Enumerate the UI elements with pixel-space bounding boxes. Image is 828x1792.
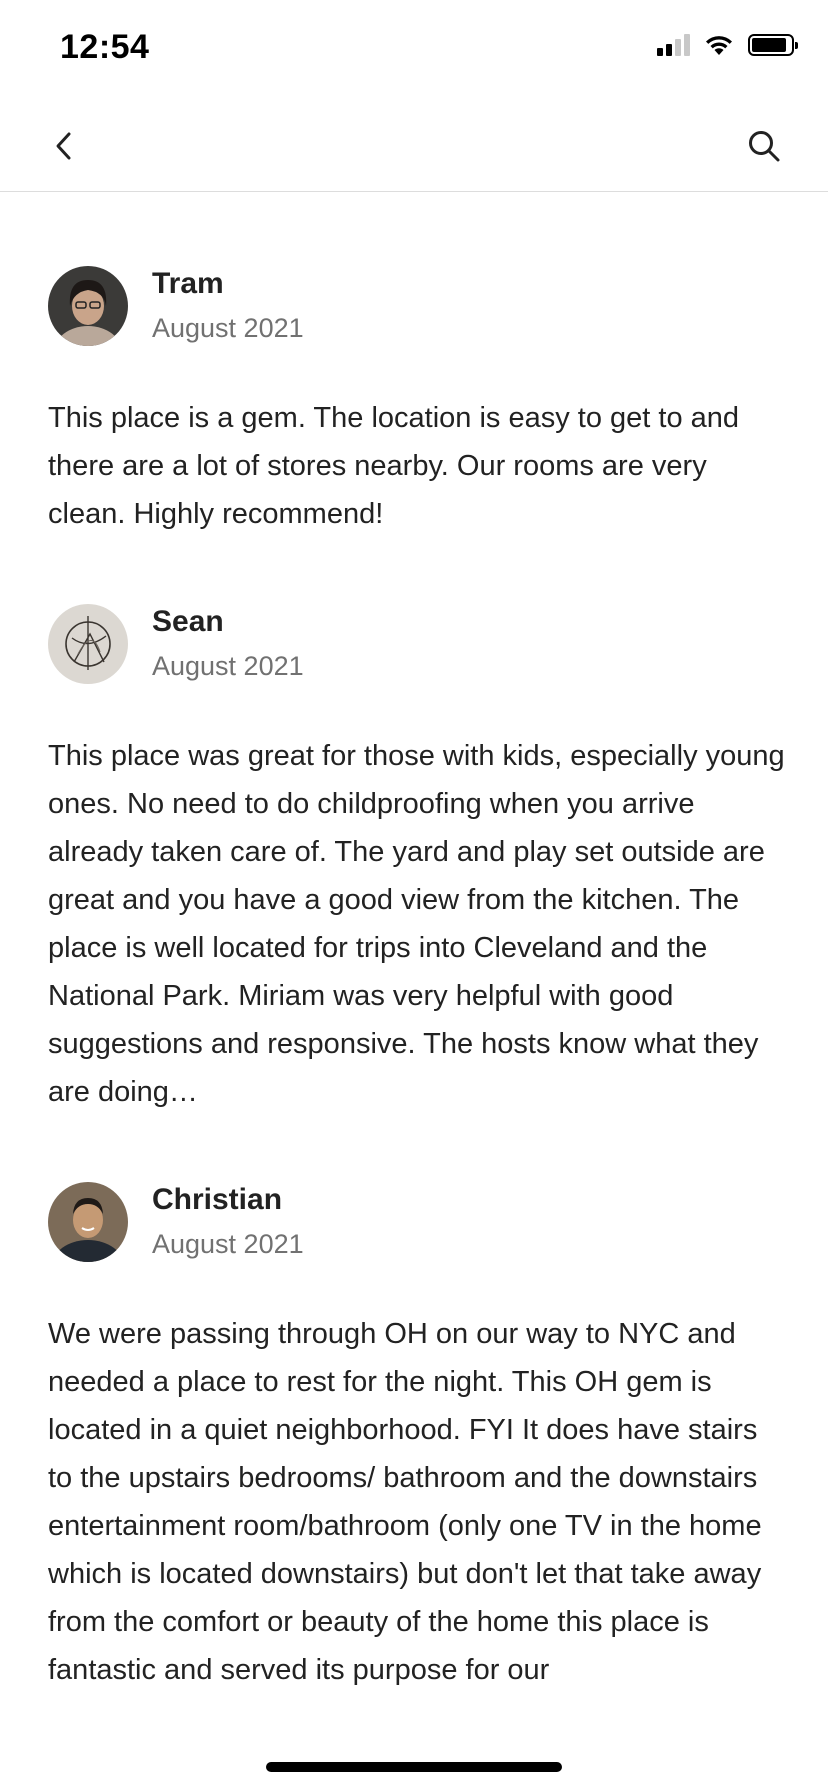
status-time: 12:54 <box>60 28 150 66</box>
review-text: This place was great for those with kids… <box>48 740 785 1108</box>
avatar[interactable] <box>48 604 128 684</box>
review-item: Christian August 2021 We were passing th… <box>48 1180 788 1694</box>
review-item: Tram August 2021 This place is a gem. Th… <box>48 264 788 538</box>
home-indicator <box>266 1762 562 1772</box>
review-header: Tram August 2021 <box>48 264 788 348</box>
wifi-icon <box>706 36 732 55</box>
avatar[interactable] <box>48 1182 128 1262</box>
review-item: Sean August 2021 This place was great fo… <box>48 602 788 1116</box>
chevron-left-icon <box>56 132 71 160</box>
battery-icon <box>748 34 798 56</box>
back-button[interactable] <box>44 126 84 166</box>
reviewer-meta: Sean August 2021 <box>152 602 304 686</box>
search-button[interactable] <box>742 124 786 168</box>
avatar[interactable] <box>48 266 128 346</box>
reviewer-name: Tram <box>152 267 224 300</box>
search-icon <box>749 131 780 162</box>
cellular-signal-icon <box>657 34 690 56</box>
reviewer-meta: Christian August 2021 <box>152 1180 304 1264</box>
status-bar: 12:54 <box>0 0 828 100</box>
review-header: Sean August 2021 <box>48 602 788 686</box>
review-text: This place is a gem. The location is eas… <box>48 402 740 530</box>
reviews-list: Tram August 2021 This place is a gem. Th… <box>48 264 788 1758</box>
nav-bar <box>0 100 828 192</box>
reviewer-name: Sean <box>152 605 224 638</box>
reviewer-name: Christian <box>152 1183 283 1216</box>
review-header: Christian August 2021 <box>48 1180 788 1264</box>
status-icons <box>657 34 798 56</box>
review-date: August 2021 <box>152 1229 304 1259</box>
review-date: August 2021 <box>152 651 304 681</box>
reviewer-meta: Tram August 2021 <box>152 264 304 348</box>
review-text: We were passing through OH on our way to… <box>48 1318 762 1686</box>
review-date: August 2021 <box>152 313 304 343</box>
